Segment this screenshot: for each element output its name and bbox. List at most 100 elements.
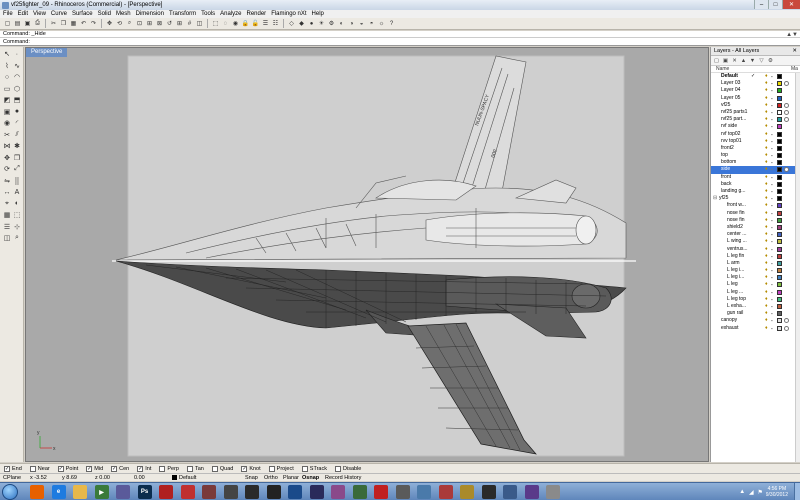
menu-solid[interactable]: Solid: [97, 11, 115, 17]
start-button[interactable]: [2, 484, 18, 500]
flag-icon[interactable]: ⚑: [757, 489, 764, 496]
trim-tool-icon[interactable]: ✂: [2, 130, 12, 140]
visibility-bulb-icon[interactable]: ♦: [765, 253, 769, 259]
rotate-view-icon[interactable]: ⟲: [115, 19, 124, 28]
menu-analyze[interactable]: Analyze: [219, 11, 245, 17]
app-icon[interactable]: [524, 485, 539, 499]
undo-icon[interactable]: ↶: [79, 19, 88, 28]
material-icon[interactable]: [784, 167, 789, 173]
osnap-end[interactable]: ✓ End: [4, 465, 22, 472]
lock-icon[interactable]: ▪: [771, 103, 775, 108]
layer-name[interactable]: rvf top02: [721, 131, 761, 138]
show-desktop-button[interactable]: [794, 483, 800, 500]
viewport-title-tab[interactable]: Perspective: [26, 48, 68, 57]
osnap-project[interactable]: Project: [268, 465, 294, 472]
layer-color-swatch[interactable]: [777, 102, 782, 108]
snap-tool-icon[interactable]: ⊹: [12, 222, 22, 232]
pan-icon[interactable]: ✥: [105, 19, 114, 28]
visibility-bulb-icon[interactable]: ♦: [765, 102, 769, 108]
lock-icon[interactable]: ▪: [771, 153, 775, 158]
layer-row[interactable]: exhaust ♦ ▪: [711, 325, 800, 332]
layer-name[interactable]: front2: [721, 145, 761, 152]
layer-name[interactable]: rvf side: [721, 123, 761, 130]
layer-row[interactable]: Layer 05 ♦ ▪: [711, 95, 800, 102]
arc-tool-icon[interactable]: ◠: [12, 72, 22, 82]
layer-name[interactable]: nose fin: [727, 210, 767, 217]
layer-row[interactable]: front w... ♦ ▪: [711, 202, 800, 209]
explode-tool-icon[interactable]: ✱: [12, 141, 22, 151]
osnap-checkbox[interactable]: ✓: [4, 465, 10, 472]
lock-icon[interactable]: ▪: [771, 290, 775, 295]
layer-row[interactable]: L leg top ♦ ▪: [711, 296, 800, 303]
layer-name[interactable]: L leg ...: [727, 289, 767, 296]
planar-toggle[interactable]: Planar: [283, 474, 299, 482]
visibility-bulb-icon[interactable]: ♦: [765, 224, 769, 230]
layer-color-swatch[interactable]: [777, 289, 782, 295]
layer-row[interactable]: L leg i... ♦ ▪: [711, 267, 800, 274]
layer-row[interactable]: ventrus... ♦ ▪: [711, 246, 800, 253]
layer-name[interactable]: Layer 05: [721, 95, 761, 102]
visibility-bulb-icon[interactable]: ♦: [765, 88, 769, 93]
analyze-tool-icon[interactable]: ⌖: [2, 199, 12, 209]
command-input[interactable]: [31, 38, 632, 45]
material-icon[interactable]: [784, 102, 789, 108]
layer-name[interactable]: L exha...: [727, 303, 767, 310]
layer-color-swatch[interactable]: [777, 167, 782, 173]
layer-row[interactable]: nose fin ♦ ▪: [711, 210, 800, 217]
material-icon[interactable]: ◑: [347, 19, 356, 28]
layer-color-swatch[interactable]: [777, 95, 782, 101]
maximize-button[interactable]: □: [768, 0, 782, 9]
lock-icon[interactable]: ▪: [771, 239, 775, 244]
osnap-tan[interactable]: Tan: [186, 465, 204, 472]
visibility-bulb-icon[interactable]: ♦: [765, 160, 769, 165]
app-icon[interactable]: [116, 485, 130, 499]
layer-row[interactable]: Layer 03 ♦ ▪: [711, 80, 800, 87]
lock-icon[interactable]: ▪: [771, 124, 775, 129]
visibility-bulb-icon[interactable]: ♦: [765, 117, 769, 122]
zoom-icon[interactable]: ⌕: [125, 19, 134, 28]
lock-icon[interactable]: ▪: [771, 96, 775, 101]
scale-tool-icon[interactable]: ⤢: [12, 164, 22, 174]
text-tool-icon[interactable]: A: [12, 187, 22, 197]
osnap-cen[interactable]: ✓ Cen: [111, 465, 129, 472]
osnap-disable[interactable]: Disable: [335, 465, 361, 472]
visibility-bulb-icon[interactable]: ♦: [765, 311, 769, 316]
lock-icon[interactable]: ▪: [771, 304, 775, 309]
layer-color-swatch[interactable]: [777, 210, 782, 216]
app-icon[interactable]: [202, 485, 216, 499]
app-icon[interactable]: [266, 485, 281, 499]
layer-color-swatch[interactable]: [777, 145, 782, 151]
polygon-tool-icon[interactable]: ⬡: [12, 84, 22, 94]
layer-row[interactable]: L arm ♦ ▪: [711, 260, 800, 267]
lock-icon[interactable]: ▪: [771, 139, 775, 144]
layer-color-swatch[interactable]: [777, 117, 782, 123]
layer-name[interactable]: nose fin: [727, 217, 767, 224]
app-icon[interactable]: [460, 485, 474, 499]
zoom-extents-icon[interactable]: ⊞: [145, 19, 154, 28]
zbrush-icon[interactable]: [223, 485, 238, 499]
osnap-checkbox[interactable]: ✓: [241, 465, 248, 472]
menu-edit[interactable]: Edit: [17, 11, 32, 17]
lock-icon[interactable]: ▪: [771, 261, 775, 266]
lock-icon[interactable]: ▪: [771, 203, 775, 208]
layer-row[interactable]: Layer 04 ♦ ▪: [711, 87, 800, 94]
lock-icon[interactable]: ▪: [771, 218, 775, 223]
layer-color-swatch[interactable]: [777, 311, 782, 317]
visibility-bulb-icon[interactable]: ♦: [765, 203, 769, 208]
menu-tools[interactable]: Tools: [200, 11, 219, 17]
layer-row[interactable]: nose fin ♦ ▪: [711, 217, 800, 224]
osnap-checkbox[interactable]: [211, 465, 218, 472]
redo-icon[interactable]: ↷: [89, 19, 98, 28]
material-icon[interactable]: [784, 117, 789, 123]
new-layer-icon[interactable]: ▢: [713, 57, 720, 64]
perspective-viewport[interactable]: NUUN-SPACY 000 x y Perspective: [25, 47, 709, 462]
surface-tool-icon[interactable]: ◩: [2, 95, 12, 105]
explorer-icon[interactable]: [73, 485, 87, 499]
layer-color-swatch[interactable]: [777, 282, 782, 288]
layer-color-swatch[interactable]: [777, 246, 782, 252]
ortho-toggle[interactable]: Ortho: [264, 474, 278, 482]
layer-color-swatch[interactable]: [777, 217, 782, 223]
osnap-quad[interactable]: Quad: [211, 465, 233, 472]
lock-icon[interactable]: ▪: [771, 254, 775, 259]
visibility-bulb-icon[interactable]: ♦: [765, 217, 769, 223]
